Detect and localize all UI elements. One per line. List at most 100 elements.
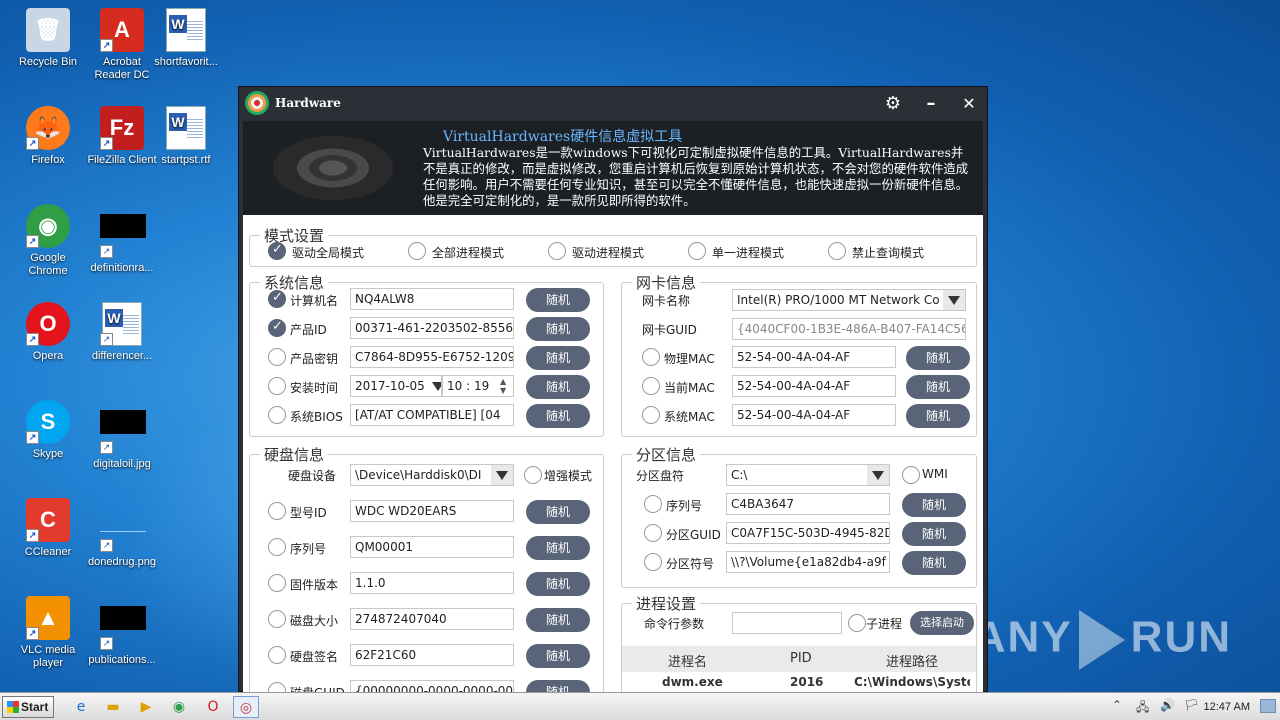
disk-row-value[interactable]: 62F21C60 [350,644,514,666]
partition-drive-select[interactable]: C:\ [726,464,890,486]
random-button[interactable]: 随机 [906,346,970,370]
random-button[interactable]: 随机 [906,404,970,428]
system-row-value[interactable]: [AT/AT COMPATIBLE] [04 [350,404,514,426]
disk-row-value[interactable]: 274872407040 [350,608,514,630]
nic-name-select[interactable]: Intel(R) PRO/1000 MT Network Co [732,289,966,311]
network-icon[interactable]: 🖧 [1136,698,1149,719]
random-button[interactable]: 随机 [526,288,590,312]
disk-row-value[interactable]: QM00001 [350,536,514,558]
hardware-app-task[interactable]: ◎ [233,696,259,718]
table-row[interactable]: dwm.exe 2016 C:\Windows\Syster [622,674,976,694]
system-row-radio[interactable] [268,319,286,337]
desktop-icon[interactable]: ↗ digitaloil.jpg [84,400,160,471]
nic-guid-field[interactable]: {4040CF00-1B3E-486A-B407-FA14C56E [732,318,966,340]
desktop-icon[interactable]: ▲ ↗ VLC media player [10,596,86,670]
column-header[interactable]: 进程路径 [886,651,938,670]
disk-row-value[interactable]: WDC WD20EARS [350,500,514,522]
desktop-icon[interactable]: ↗ publications... [84,596,160,667]
random-button[interactable]: 随机 [526,572,590,596]
random-button[interactable]: 随机 [902,493,966,517]
cmd-args-input[interactable] [732,612,842,634]
system-row-value[interactable]: 00371-461-2203502-85564 [350,317,514,339]
random-button[interactable]: 随机 [526,404,590,428]
desktop-icon[interactable]: ↗ donedrug.png [84,498,160,569]
volume-icon[interactable]: 🔊 [1160,698,1175,712]
partition-row-radio[interactable] [644,495,662,513]
disk-row-radio[interactable] [268,610,286,628]
desktop-icon[interactable]: 🦊 ↗ Firefox [10,106,86,167]
mode-radio-2[interactable] [408,242,426,260]
column-header[interactable]: 进程名 [668,651,707,670]
wmi-radio[interactable] [902,466,920,484]
disk-device-select[interactable]: \Device\Harddisk0\DI [350,464,514,486]
random-button[interactable]: 随机 [526,317,590,341]
mac-field[interactable]: 52-54-00-4A-04-AF [732,404,896,426]
system-row-radio[interactable] [268,377,286,395]
desktop-icon[interactable]: C ↗ CCleaner [10,498,86,559]
desktop-icon[interactable]: ↗ differencer... [84,302,160,363]
mode-radio-5[interactable] [828,242,846,260]
random-button[interactable]: 随机 [902,551,966,575]
install-date-picker[interactable]: 2017-10-05 [350,375,442,397]
show-desktop-button[interactable] [1260,699,1276,713]
random-button[interactable]: 随机 [526,500,590,524]
desktop-icon[interactable]: shortfavorit... [148,8,224,69]
disk-row-radio[interactable] [268,646,286,664]
spin-down-icon[interactable]: ▼ [500,386,506,395]
random-button[interactable]: 随机 [902,522,966,546]
disk-row-radio[interactable] [268,538,286,556]
system-row-radio[interactable] [268,406,286,424]
desktop-icon[interactable]: ↗ definitionra... [84,204,160,275]
minimize-button[interactable]: – [919,93,943,115]
system-row-value[interactable]: NQ4ALW8 [350,288,514,310]
media-player-icon[interactable]: ▶ [133,696,159,718]
opera-icon[interactable]: O [200,696,226,718]
partition-row-radio[interactable] [644,524,662,542]
close-button[interactable]: ✕ [957,93,981,115]
select-start-button[interactable]: 选择启动 [910,611,974,635]
nic-row-radio[interactable] [642,348,660,366]
disk-row-radio[interactable] [268,502,286,520]
nic-row-radio[interactable] [642,406,660,424]
disk-row-radio[interactable] [268,574,286,592]
nic-row-radio[interactable] [642,377,660,395]
random-button[interactable]: 随机 [526,608,590,632]
random-button[interactable]: 随机 [526,375,590,399]
child-process-radio[interactable] [848,614,866,632]
system-row-value[interactable]: C7864-8D955-E6752-12091 [350,346,514,368]
enhance-mode-radio[interactable] [524,466,542,484]
mac-field[interactable]: 52-54-00-4A-04-AF [732,375,896,397]
action-center-flag-icon[interactable]: 🏳 [1184,698,1199,712]
column-header[interactable]: PID [790,651,812,666]
system-row-radio[interactable] [268,290,286,308]
desktop-icon[interactable]: O ↗ Opera [10,302,86,363]
title-bar[interactable]: Hardware ⚙ – ✕ [239,87,987,121]
partition-row-value[interactable]: C0A7F15C-503D-4945-82D [726,522,890,544]
system-row-radio[interactable] [268,348,286,366]
desktop-icon[interactable]: ◉ ↗ Google Chrome [10,204,86,278]
desktop-icon[interactable]: S ↗ Skype [10,400,86,461]
ie-icon[interactable]: e [68,696,94,718]
desktop-icon[interactable]: 🗑 Recycle Bin [10,8,86,69]
partition-row-radio[interactable] [644,553,662,571]
mode-radio-4[interactable] [688,242,706,260]
tray-expand-icon[interactable]: ⌃ [1112,698,1122,712]
clock[interactable]: 12:47 AM [1204,701,1250,713]
start-button[interactable]: Start [2,696,54,718]
partition-row-value[interactable]: \\?\Volume{e1a82db4-a9f [726,551,890,573]
mac-field[interactable]: 52-54-00-4A-04-AF [732,346,896,368]
random-button[interactable]: 随机 [526,346,590,370]
mode-radio-1[interactable] [268,242,286,260]
random-button[interactable]: 随机 [526,536,590,560]
random-button[interactable]: 随机 [906,375,970,399]
desktop-icon[interactable]: startpst.rtf [148,106,224,167]
explorer-icon[interactable]: ▬ [100,696,126,718]
disk-row-value[interactable]: 1.1.0 [350,572,514,594]
mode-radio-3[interactable] [548,242,566,260]
random-button[interactable]: 随机 [526,644,590,668]
chrome-icon[interactable]: ◉ [166,696,192,718]
spin-up-icon[interactable]: ▲ [500,377,506,386]
partition-row-value[interactable]: C4BA3647 [726,493,890,515]
settings-gear-icon[interactable]: ⚙ [881,93,905,115]
taskbar: Start e ▬ ▶ ◉ O ◎ ⌃ 🖧 🔊 🏳 12:47 AM [0,692,1280,720]
